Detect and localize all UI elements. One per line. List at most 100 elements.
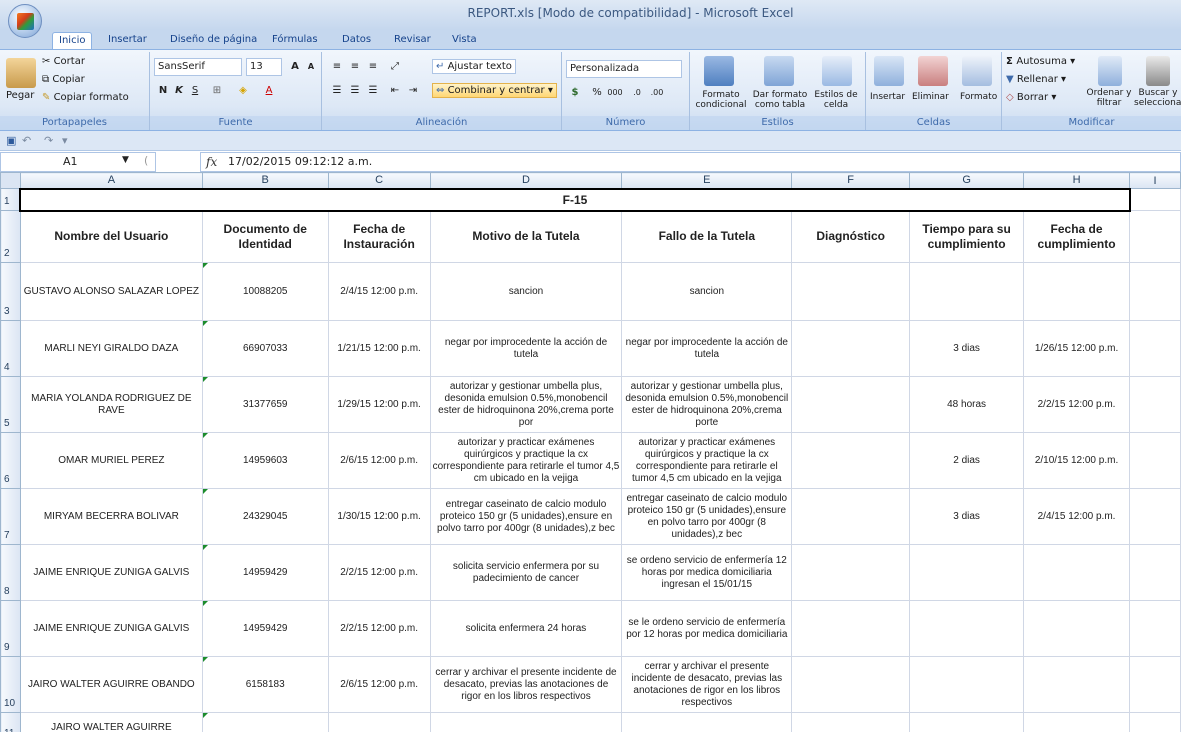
cell[interactable]: [201, 712, 329, 732]
cell[interactable]: autorizar y practicar exámenes quirúrgic…: [429, 432, 623, 489]
cell[interactable]: 2/2/15 12:00 p.m.: [327, 544, 431, 601]
cell[interactable]: negar por improcedente la acción de tute…: [429, 320, 623, 377]
cell[interactable]: [1129, 488, 1181, 545]
cell[interactable]: solicita enfermera 24 horas: [429, 600, 623, 657]
header-motivo[interactable]: Motivo de la Tutela: [429, 210, 623, 263]
underline-button[interactable]: S: [186, 82, 204, 99]
cell[interactable]: [791, 656, 911, 713]
cell[interactable]: [791, 600, 911, 657]
insert-cells-button[interactable]: Insertar: [870, 92, 905, 102]
cell[interactable]: [909, 600, 1025, 657]
cell[interactable]: 31377659: [201, 376, 329, 433]
cell[interactable]: 10088205: [201, 262, 329, 321]
cell[interactable]: solicita servicio enfermera por su padec…: [429, 544, 623, 601]
cell[interactable]: [909, 656, 1025, 713]
header-diagnostico[interactable]: Diagnóstico: [791, 210, 911, 263]
row-header[interactable]: 4: [0, 320, 21, 377]
align-left-icon[interactable]: ☰: [328, 82, 346, 99]
binoculars-icon[interactable]: [1146, 56, 1170, 86]
cell[interactable]: 2 dias: [909, 432, 1025, 489]
column-header-b[interactable]: B: [201, 172, 329, 189]
cell[interactable]: [1023, 262, 1131, 321]
align-bottom-icon[interactable]: ≡: [364, 58, 382, 75]
column-header-d[interactable]: D: [429, 172, 623, 189]
cell[interactable]: [909, 712, 1025, 732]
cell[interactable]: [791, 488, 911, 545]
decrease-indent-icon[interactable]: ⇤: [386, 82, 404, 99]
cell[interactable]: se ordeno servicio de enfermería 12 hora…: [621, 544, 793, 601]
column-header-e[interactable]: E: [621, 172, 793, 189]
header-documento[interactable]: Documento de Identidad: [201, 210, 329, 263]
autosum-button[interactable]: Σ Autosuma ▾: [1006, 56, 1075, 67]
tab-revisar[interactable]: Revisar: [388, 32, 437, 50]
undo-icon[interactable]: ↶: [22, 134, 31, 147]
header-fallo[interactable]: Fallo de la Tutela: [621, 210, 793, 263]
cell-styles-icon[interactable]: [822, 56, 852, 86]
row-header[interactable]: 1: [0, 188, 21, 211]
delete-cells-button[interactable]: Eliminar: [912, 92, 949, 102]
cell[interactable]: 1/21/15 12:00 p.m.: [327, 320, 431, 377]
header-tiempo[interactable]: Tiempo para su cumplimiento: [909, 210, 1025, 263]
cell[interactable]: MIRYAM BECERRA BOLIVAR: [19, 488, 203, 545]
cell[interactable]: autorizar y gestionar umbella plus, deso…: [429, 376, 623, 433]
cell[interactable]: negar por improcedente la acción de tute…: [621, 320, 793, 377]
shrink-font-button[interactable]: A: [302, 58, 320, 75]
cell[interactable]: 2/4/15 12:00 p.m.: [327, 262, 431, 321]
cell[interactable]: [791, 376, 911, 433]
name-box-dropdown-icon[interactable]: ▼: [122, 155, 129, 165]
row-header[interactable]: 5: [0, 376, 21, 433]
column-header-h[interactable]: H: [1023, 172, 1131, 189]
cell[interactable]: 14959429: [201, 544, 329, 601]
cell[interactable]: [791, 432, 911, 489]
thousands-icon[interactable]: 000: [606, 84, 624, 101]
function-icon[interactable]: fx: [206, 155, 217, 169]
cell[interactable]: sancion: [621, 262, 793, 321]
row-header[interactable]: 2: [0, 210, 21, 263]
cell[interactable]: se le ordeno servicio de enfermería por …: [621, 600, 793, 657]
percent-icon[interactable]: %: [588, 84, 606, 101]
cell[interactable]: [1129, 376, 1181, 433]
row-header[interactable]: 3: [0, 262, 21, 321]
name-box[interactable]: A1: [0, 152, 156, 172]
decrease-decimal-icon[interactable]: .00: [648, 84, 666, 101]
cell[interactable]: [1023, 712, 1131, 732]
cell[interactable]: [1129, 544, 1181, 601]
format-painter-button[interactable]: ✎ Copiar formato: [42, 92, 129, 103]
cell[interactable]: [1129, 210, 1181, 263]
tab-vista[interactable]: Vista: [446, 32, 483, 50]
cell[interactable]: entregar caseinato de calcio modulo prot…: [621, 488, 793, 545]
cell[interactable]: autorizar y gestionar umbella plus, deso…: [621, 376, 793, 433]
cell[interactable]: autorizar y practicar exámenes quirúrgic…: [621, 432, 793, 489]
find-select-button[interactable]: Buscar y seleccionar: [1134, 88, 1181, 108]
currency-icon[interactable]: $: [566, 84, 584, 101]
number-format-select[interactable]: Personalizada: [566, 60, 682, 78]
align-top-icon[interactable]: ≡: [328, 58, 346, 75]
borders-icon[interactable]: ⊞: [208, 82, 226, 99]
cell[interactable]: cerrar y archivar el presente incidente …: [429, 656, 623, 713]
cell[interactable]: OMAR MURIEL PEREZ: [19, 432, 203, 489]
cell[interactable]: 6158183: [201, 656, 329, 713]
cell[interactable]: 2/6/15 12:00 p.m.: [327, 432, 431, 489]
header-fecha-instauracion[interactable]: Fecha de Instauración: [327, 210, 431, 263]
cell[interactable]: [791, 320, 911, 377]
tab-insertar[interactable]: Insertar: [102, 32, 153, 50]
customize-icon[interactable]: ▾: [62, 134, 68, 147]
conditional-format-button[interactable]: Formato condicional: [692, 90, 750, 110]
cell[interactable]: [791, 712, 911, 732]
cell[interactable]: [1129, 712, 1181, 732]
cell-styles-button[interactable]: Estilos de celda: [810, 90, 862, 110]
cell[interactable]: [1129, 432, 1181, 489]
align-center-icon[interactable]: ☰: [346, 82, 364, 99]
increase-decimal-icon[interactable]: .0: [628, 84, 646, 101]
cell[interactable]: MARLI NEYI GIRALDO DAZA: [19, 320, 203, 377]
cell[interactable]: [327, 712, 431, 732]
sheet-title-cell[interactable]: F-15: [19, 187, 1131, 212]
merge-center-button[interactable]: ⇔ Combinar y centrar ▾: [432, 83, 557, 98]
row-header[interactable]: 8: [0, 544, 21, 601]
cell[interactable]: 14959603: [201, 432, 329, 489]
cell[interactable]: 2/2/15 12:00 p.m.: [1023, 376, 1131, 433]
table-format-button[interactable]: Dar formato como tabla: [752, 90, 808, 110]
cell[interactable]: [791, 544, 911, 601]
cell[interactable]: [1129, 320, 1181, 377]
delete-cells-icon[interactable]: [918, 56, 948, 86]
